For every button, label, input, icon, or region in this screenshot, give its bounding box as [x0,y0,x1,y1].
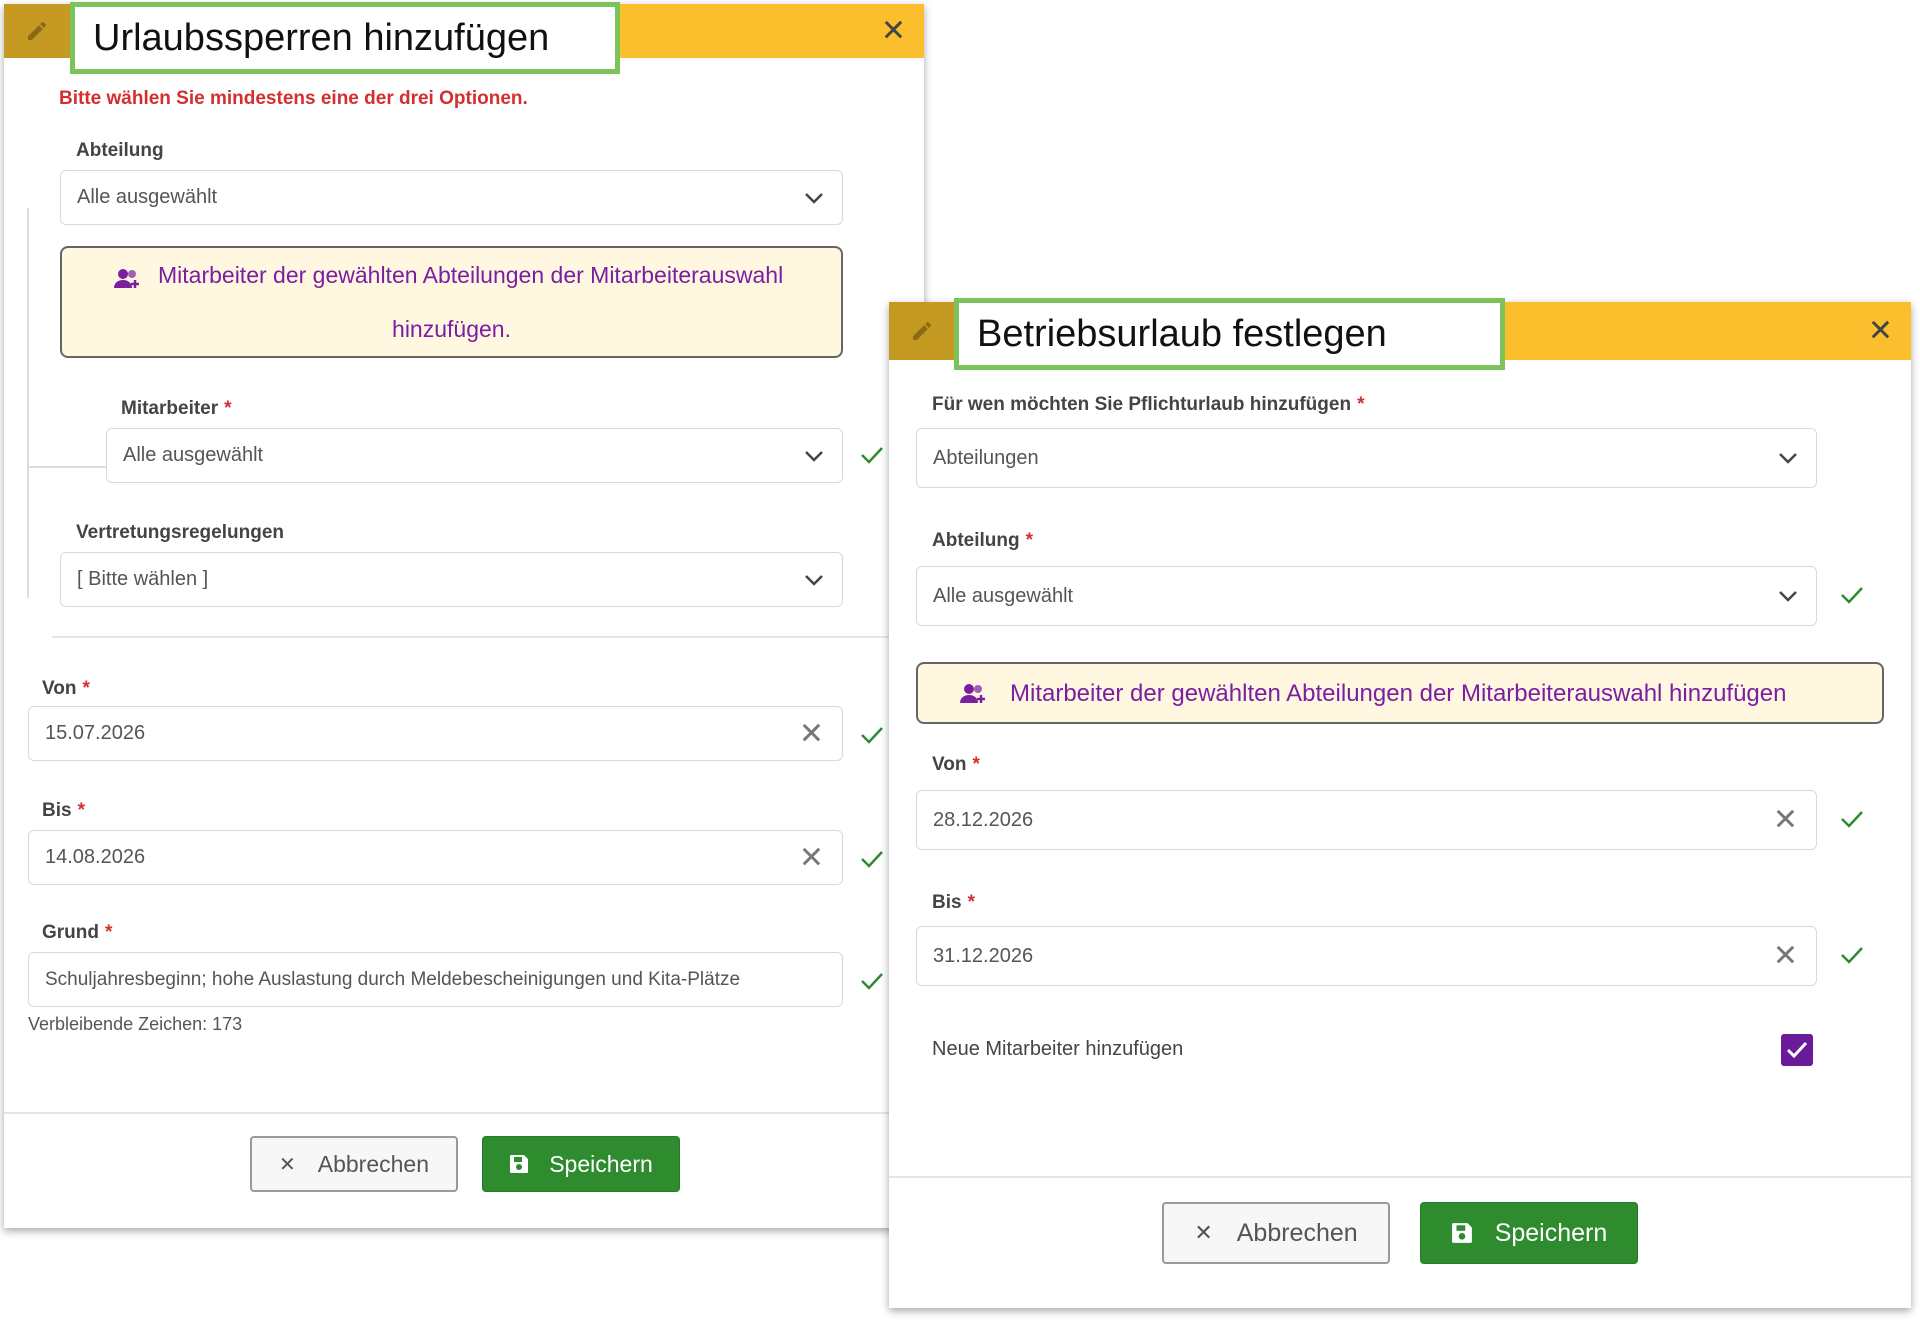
vertretung-select-value: [ Bitte wählen ] [77,568,209,590]
abteilung-select-value: Alle ausgewählt [933,584,1074,607]
check-icon [1841,947,1863,964]
dialog-title: Betriebsurlaub festlegen [954,298,1505,370]
add-department-employees-line2: hinzufügen. [392,316,511,342]
users-add-icon [960,684,985,703]
close-icon[interactable]: ✕ [881,14,906,49]
cancel-button-label: Abbrechen [317,1150,429,1177]
abteilung-select[interactable]: Alle ausgewählt [916,566,1817,626]
chevron-down-icon [1779,591,1797,602]
check-icon [861,447,883,464]
footer-divider [889,1176,1911,1178]
mitarbeiter-select[interactable]: Alle ausgewählt [106,428,843,483]
grund-label: Grund * [42,922,113,943]
check-icon [1841,587,1863,604]
bis-label: Bis * [42,800,85,821]
cancel-button-label: Abbrechen [1236,1218,1358,1247]
floppy-icon [1451,1223,1472,1243]
new-employees-label: Neue Mitarbeiter hinzufügen [932,1038,1184,1060]
check-icon [861,973,883,990]
save-button[interactable]: Speichern [482,1136,680,1192]
target-label: Für wen möchten Sie Pflichturlaub hinzuf… [932,394,1365,415]
chevron-down-icon [1779,453,1797,464]
add-department-employees-label: Mitarbeiter der gewählten Abteilungen de… [1010,680,1787,707]
abteilung-select-value: Alle ausgewählt [77,186,218,208]
clear-icon[interactable]: ✕ [1773,939,1798,974]
users-add-icon [114,269,139,288]
dialog-title-text: Urlaubssperren hinzufügen [93,16,550,59]
dialog-title-text: Betriebsurlaub festlegen [977,312,1387,355]
clear-icon[interactable]: ✕ [1773,803,1798,838]
grund-value: Schuljahresbeginn; hohe Auslastung durch… [45,968,741,990]
chevron-down-icon [805,450,823,462]
close-icon: ✕ [278,1152,296,1176]
error-message: Bitte wählen Sie mindestens eine der dre… [59,88,528,109]
bis-date-value: 14.08.2026 [45,846,146,868]
abteilung-select[interactable]: Alle ausgewählt [60,170,843,225]
tree-line [27,208,29,598]
tree-line [27,466,109,468]
close-icon: ✕ [1194,1220,1213,1246]
von-label: Von * [42,678,90,699]
clear-icon[interactable]: ✕ [799,716,824,751]
von-label: Von * [932,754,980,775]
section-divider [52,636,924,638]
save-button[interactable]: Speichern [1420,1202,1638,1264]
abteilung-label: Abteilung [76,140,164,161]
new-employees-checkbox[interactable] [1781,1034,1813,1066]
clear-icon[interactable]: ✕ [799,840,824,875]
check-icon [861,851,883,868]
save-button-label: Speichern [549,1150,653,1177]
floppy-icon [510,1155,529,1173]
add-department-employees-button[interactable]: Mitarbeiter der gewählten Abteilungen de… [60,246,843,358]
chevron-down-icon [805,574,823,586]
von-date-value: 28.12.2026 [933,808,1034,831]
grund-input[interactable]: Schuljahresbeginn; hohe Auslastung durch… [28,952,843,1007]
add-department-employees-line1: Mitarbeiter der gewählten Abteilungen de… [158,262,784,288]
close-icon[interactable]: ✕ [1868,314,1893,349]
target-select[interactable]: Abteilungen [916,428,1817,488]
save-button-label: Speichern [1494,1218,1608,1247]
footer-divider [4,1112,924,1114]
dialog-urlaubssperren: ✕ Urlaubssperren hinzufügen Bitte wählen… [4,2,924,1228]
remaining-characters: Verbleibende Zeichen: 173 [28,1014,243,1034]
vertretung-select[interactable]: [ Bitte wählen ] [60,552,843,607]
check-icon [861,727,883,744]
von-date-input[interactable]: 28.12.2026 ✕ [916,790,1817,850]
vertretung-label: Vertretungsregelungen [76,522,284,543]
chevron-down-icon [805,192,823,204]
checkbox-checked-icon [1786,1041,1808,1059]
bis-date-value: 31.12.2026 [933,944,1034,967]
pencil-icon [889,302,955,360]
cancel-button[interactable]: ✕ Abbrechen [1162,1202,1390,1264]
dialog-title: Urlaubssperren hinzufügen [70,2,620,74]
von-date-value: 15.07.2026 [45,722,146,744]
target-select-value: Abteilungen [933,446,1039,469]
cancel-button[interactable]: ✕ Abbrechen [250,1136,458,1192]
bis-date-input[interactable]: 31.12.2026 ✕ [916,926,1817,986]
dialog-betriebsurlaub: ✕ Betriebsurlaub festlegen Für wen möcht… [889,298,1911,1308]
abteilung-label: Abteilung * [932,530,1034,551]
add-department-employees-button[interactable]: Mitarbeiter der gewählten Abteilungen de… [916,662,1884,724]
mitarbeiter-select-value: Alle ausgewählt [123,444,264,466]
check-icon [1841,811,1863,828]
pencil-icon [4,4,70,58]
mitarbeiter-label: Mitarbeiter * [121,398,232,419]
bis-label: Bis * [932,892,975,913]
von-date-input[interactable]: 15.07.2026 ✕ [28,706,843,761]
bis-date-input[interactable]: 14.08.2026 ✕ [28,830,843,885]
